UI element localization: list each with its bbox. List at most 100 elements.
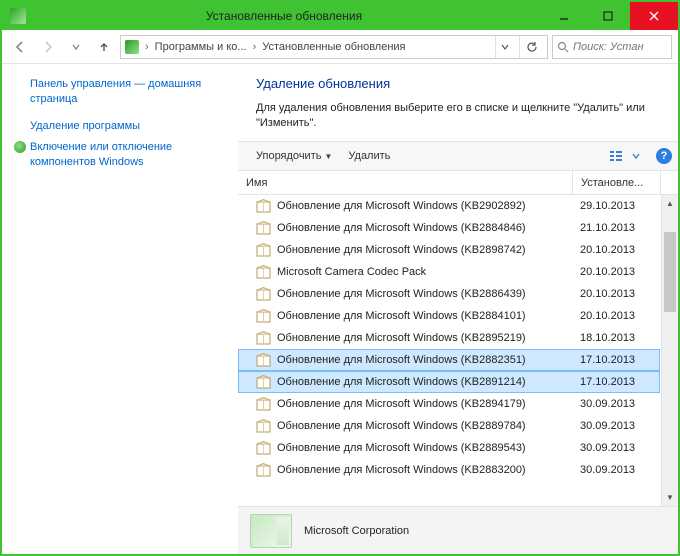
sidebar-link-control-panel-home[interactable]: Панель управления — домашняя страница [10,74,228,110]
chevron-right-icon: › [253,41,257,53]
list-item[interactable]: Обновление для Microsoft Windows (KB2902… [238,195,660,217]
package-icon [256,353,271,368]
update-name: Обновление для Microsoft Windows (KB2889… [277,442,572,454]
address-dropdown-button[interactable] [495,36,513,58]
list-item[interactable]: Обновление для Microsoft Windows (KB2894… [238,393,660,415]
list-item[interactable]: Microsoft Camera Codec Pack20.10.2013 [238,261,660,283]
refresh-button[interactable] [519,36,543,58]
update-name: Обновление для Microsoft Windows (KB2902… [277,200,572,212]
package-icon [256,309,271,324]
view-options-button[interactable] [608,148,624,164]
window: Установленные обновления › Программы и к… [0,0,680,556]
list-item[interactable]: Обновление для Microsoft Windows (KB2882… [238,349,660,371]
update-name: Обновление для Microsoft Windows (KB2884… [277,222,572,234]
help-button[interactable]: ? [656,148,672,164]
search-input[interactable] [573,41,667,53]
update-name: Обновление для Microsoft Windows (KB2883… [277,464,572,476]
scroll-track[interactable] [662,212,678,489]
list-item[interactable]: Обновление для Microsoft Windows (KB2886… [238,283,660,305]
update-name: Обновление для Microsoft Windows (KB2898… [277,244,572,256]
list-item[interactable]: Обновление для Microsoft Windows (KB2898… [238,239,660,261]
view-dropdown-button[interactable] [628,148,644,164]
update-name: Обновление для Microsoft Windows (KB2882… [277,354,572,366]
package-icon [256,463,271,478]
package-icon [256,397,271,412]
package-icon [256,243,271,258]
app-icon [10,8,26,24]
package-icon [256,331,271,346]
scroll-down-button[interactable]: ▼ [662,489,678,506]
nav-back-button[interactable] [8,35,32,59]
toolbar: Упорядочить ▼ Удалить ? [238,141,678,171]
nav-up-button[interactable] [92,35,116,59]
breadcrumb-segment[interactable]: Установленные обновления [262,41,405,53]
body: Панель управления — домашняя страница Уд… [2,64,678,554]
sidebar-link-label: Удаление программы [30,120,140,132]
publisher-name: Microsoft Corporation [304,525,409,537]
update-name: Обновление для Microsoft Windows (KB2884… [277,310,572,322]
window-controls [542,2,678,30]
sidebar: Панель управления — домашняя страница Уд… [2,64,238,554]
address-icon [125,40,139,54]
update-date: 20.10.2013 [572,266,660,278]
minimize-button[interactable] [542,2,586,30]
sidebar-link-windows-features[interactable]: Включение или отключение компонентов Win… [10,137,228,173]
titlebar: Установленные обновления [2,2,678,30]
uninstall-button[interactable]: Удалить [342,147,396,165]
sidebar-link-label: Панель управления — домашняя страница [30,78,201,105]
list-item[interactable]: Обновление для Microsoft Windows (KB2883… [238,459,660,481]
uninstall-label: Удалить [348,150,390,162]
update-date: 17.10.2013 [572,376,660,388]
search-box[interactable] [552,35,672,59]
update-name: Обновление для Microsoft Windows (KB2895… [277,332,572,344]
update-date: 30.09.2013 [572,398,660,410]
list-item[interactable]: Обновление для Microsoft Windows (KB2889… [238,415,660,437]
update-date: 18.10.2013 [572,332,660,344]
navbar: › Программы и ко... › Установленные обно… [2,30,678,64]
scroll-thumb[interactable] [664,232,676,312]
chevron-down-icon: ▼ [324,152,332,161]
list-item[interactable]: Обновление для Microsoft Windows (KB2891… [238,371,660,393]
column-name[interactable]: Имя [238,171,572,194]
organize-button[interactable]: Упорядочить ▼ [250,147,338,165]
chevron-right-icon: › [145,41,149,53]
update-date: 20.10.2013 [572,244,660,256]
column-headers: Имя Установле... [238,171,678,195]
scroll-up-button[interactable]: ▲ [662,195,678,212]
package-icon [256,419,271,434]
update-name: Обновление для Microsoft Windows (KB2891… [277,376,572,388]
update-date: 29.10.2013 [572,200,660,212]
update-date: 21.10.2013 [572,222,660,234]
update-name: Обновление для Microsoft Windows (KB2886… [277,288,572,300]
organize-label: Упорядочить [256,150,321,162]
column-installed-on[interactable]: Установле... [572,171,660,194]
list-item[interactable]: Обновление для Microsoft Windows (KB2884… [238,217,660,239]
update-date: 30.09.2013 [572,464,660,476]
sidebar-link-uninstall-program[interactable]: Удаление программы [10,116,228,137]
sidebar-link-label: Включение или отключение компонентов Win… [30,141,172,168]
page-description: Для удаления обновления выберите его в с… [256,101,662,131]
maximize-button[interactable] [586,2,630,30]
nav-forward-button[interactable] [36,35,60,59]
package-icon [256,265,271,280]
list-item[interactable]: Обновление для Microsoft Windows (KB2889… [238,437,660,459]
list-item[interactable]: Обновление для Microsoft Windows (KB2895… [238,327,660,349]
scrollbar[interactable]: ▲ ▼ [661,195,678,506]
breadcrumb-segment[interactable]: Программы и ко... [155,41,247,53]
close-button[interactable] [630,2,678,30]
package-icon [256,199,271,214]
window-title: Установленные обновления [26,9,542,23]
details-pane: Microsoft Corporation [238,506,678,554]
rows-viewport: Обновление для Microsoft Windows (KB2902… [238,195,678,506]
nav-history-button[interactable] [64,35,88,59]
update-name: Обновление для Microsoft Windows (KB2894… [277,398,572,410]
update-date: 17.10.2013 [572,354,660,366]
content-header: Удаление обновления Для удаления обновле… [238,64,678,141]
update-date: 30.09.2013 [572,442,660,454]
package-icon [256,221,271,236]
update-name: Microsoft Camera Codec Pack [277,266,572,278]
list-item[interactable]: Обновление для Microsoft Windows (KB2884… [238,305,660,327]
shield-icon [14,141,26,153]
address-bar[interactable]: › Программы и ко... › Установленные обно… [120,35,548,59]
update-name: Обновление для Microsoft Windows (KB2889… [277,420,572,432]
